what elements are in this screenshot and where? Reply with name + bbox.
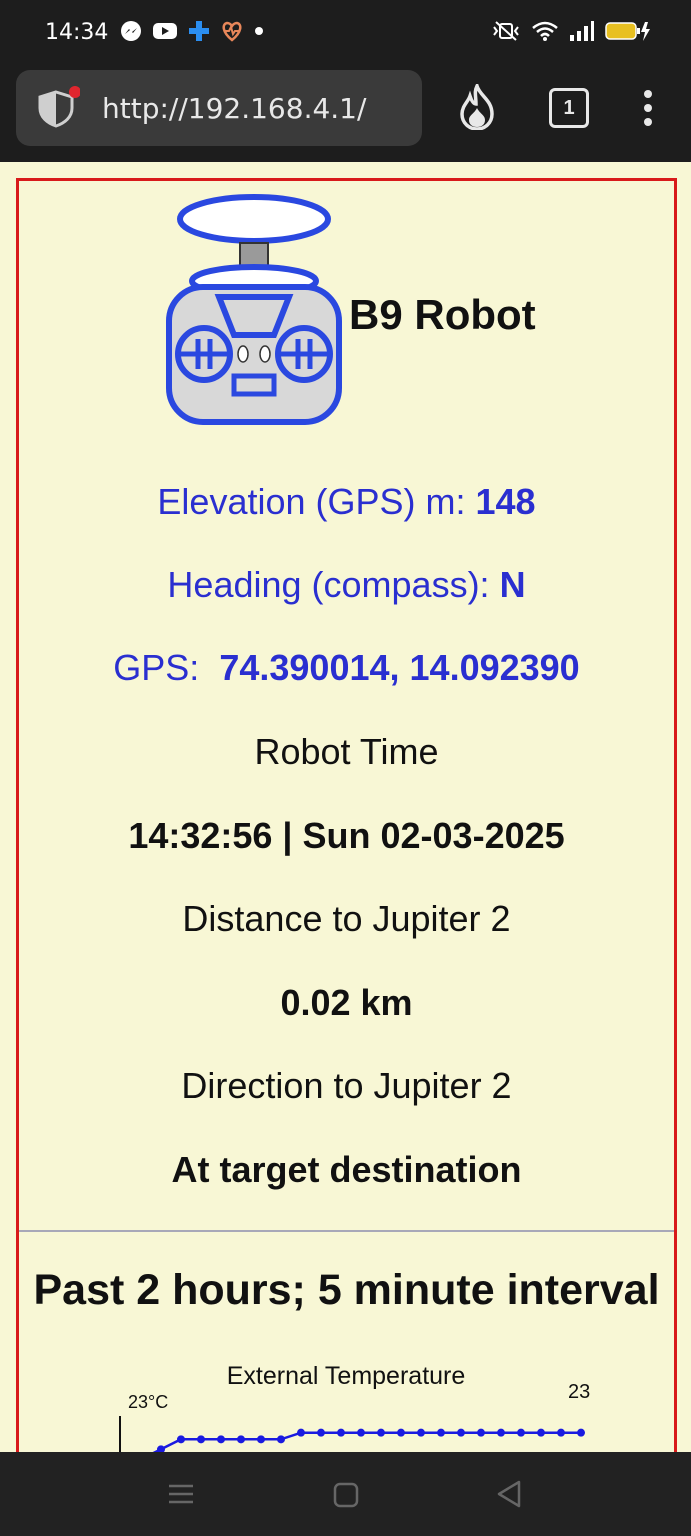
temperature-point [517, 1428, 525, 1437]
more-menu-icon[interactable] [640, 88, 656, 128]
notification-icons [120, 20, 264, 42]
temperature-point [237, 1435, 245, 1444]
browser-toolbar: http://192.168.4.1/ 1 [0, 62, 691, 162]
direction-value: At target destination [171, 1149, 522, 1190]
battery-charging-icon [605, 22, 650, 41]
chart-title: External Temperature [227, 1362, 466, 1390]
url-text[interactable]: http://192.168.4.1/ [102, 92, 366, 125]
gps-latitude: 74.390014, [219, 647, 400, 688]
heart-pulse-icon [222, 21, 242, 42]
section-divider [19, 1230, 674, 1232]
home-icon[interactable] [333, 1482, 359, 1508]
address-bar[interactable]: http://192.168.4.1/ [16, 70, 422, 146]
temperature-point [577, 1428, 585, 1437]
temperature-point [537, 1428, 545, 1437]
plus-icon [189, 21, 209, 41]
history-title: Past 2 hours; 5 minute interval [33, 1266, 660, 1314]
temperature-point [197, 1435, 205, 1444]
temperature-point [357, 1428, 365, 1437]
temperature-point [297, 1428, 305, 1437]
gps-longitude: 14.092390 [409, 647, 580, 688]
system-icons [491, 20, 651, 42]
distance-value: 0.02 km [280, 982, 413, 1023]
elevation-row: Elevation (GPS) m: 148 [19, 481, 674, 523]
temperature-point [497, 1428, 505, 1437]
temperature-point [557, 1428, 565, 1437]
temperature-point [317, 1428, 325, 1437]
elevation-value: 148 [475, 481, 536, 522]
recent-apps-icon[interactable] [168, 1482, 194, 1506]
page-title: B9 Robot [349, 291, 536, 338]
temperature-point [457, 1428, 465, 1437]
flame-icon[interactable] [458, 84, 496, 130]
temperature-point [417, 1428, 425, 1437]
temperature-chart: External Temperature 23°C 23 [19, 1346, 674, 1466]
temperature-chart-svg: External Temperature 23°C 23 [117, 1362, 590, 1466]
shield-icon[interactable] [36, 86, 80, 130]
direction-label: Direction to Jupiter 2 [181, 1065, 512, 1106]
youtube-icon [153, 23, 177, 39]
temperature-point [217, 1435, 225, 1444]
temperature-point [257, 1435, 265, 1444]
system-navigation-bar [0, 1452, 691, 1536]
messenger-icon [121, 21, 141, 41]
temperature-point [277, 1435, 285, 1444]
distance-label: Distance to Jupiter 2 [182, 898, 511, 939]
robot-panel: B9 Robot Elevation (GPS) m: 148 Heading … [16, 178, 677, 1481]
heading-row: Heading (compass): N [19, 564, 674, 606]
dot-icon [255, 27, 263, 35]
mute-vibrate-icon [493, 21, 519, 41]
gps-row: GPS: 74.390014, 14.092390 [19, 647, 674, 689]
gps-label: GPS: [113, 647, 200, 688]
robot-logo-icon [166, 194, 342, 425]
temperature-point [377, 1428, 385, 1437]
y-axis-label: 23°C [128, 1392, 168, 1412]
status-bar: 14:34 [0, 0, 691, 62]
temperature-point [477, 1428, 485, 1437]
temperature-point [177, 1435, 185, 1444]
temperature-point [397, 1428, 405, 1437]
robot-time-value: 14:32:56 | Sun 02-03-2025 [128, 815, 565, 856]
signal-icon [570, 21, 594, 41]
status-time: 14:34 [45, 20, 109, 45]
heading-label: Heading (compass): [167, 564, 490, 605]
back-icon[interactable] [496, 1480, 522, 1508]
heading-value: N [499, 564, 526, 605]
last-value-label: 23 [568, 1381, 590, 1403]
temperature-point [337, 1428, 345, 1437]
wifi-icon [532, 21, 558, 41]
temperature-point [437, 1428, 445, 1437]
robot-time-label: Robot Time [254, 731, 439, 772]
elevation-label: Elevation (GPS) m: [157, 481, 466, 522]
tab-count-button[interactable]: 1 [549, 88, 589, 128]
